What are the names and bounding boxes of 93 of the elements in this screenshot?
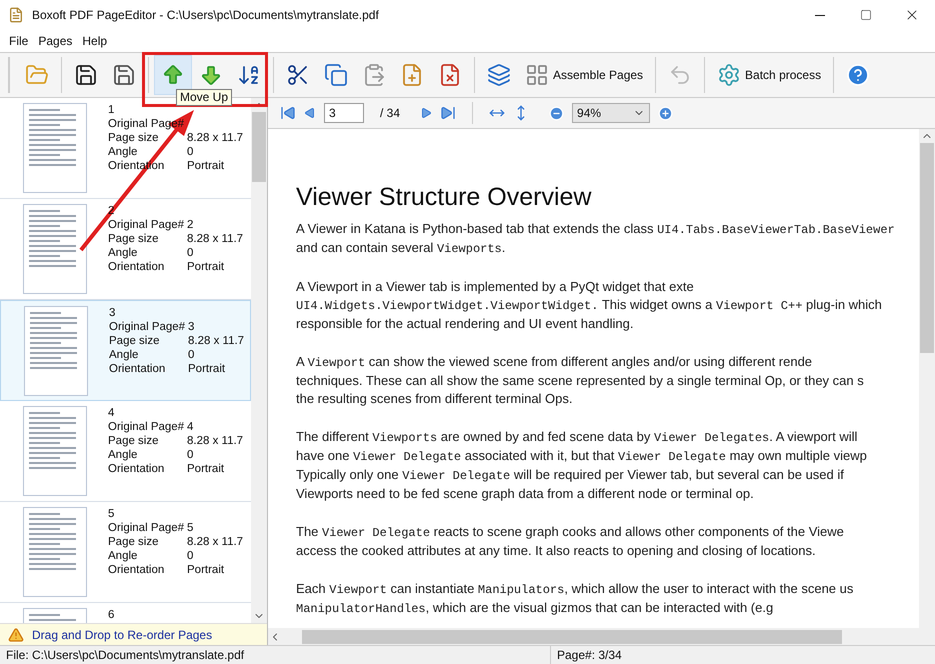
sort-icon [237, 63, 261, 87]
property-value: 8.28 x 11.7 [187, 232, 244, 246]
scrollbar[interactable] [919, 129, 935, 628]
paragraph: Each Viewport can instantiate Manipulators, which allow the user to interact with the scene us ManipulatorHandles, which are the visual gizmos that can be interacted with (e.g [296, 580, 854, 618]
status-page: Page#: 3/34 [550, 646, 670, 664]
property-label: Page size [108, 131, 160, 145]
property-value: 0 [187, 246, 194, 260]
toolbar-button[interactable]: Assemble Pages [518, 55, 650, 95]
pages-icon [525, 63, 549, 87]
warning-icon [8, 626, 24, 642]
file-delete-icon [438, 63, 462, 87]
property-label: Page size [108, 434, 160, 448]
property-value: 0 [187, 549, 194, 563]
gear-icon [717, 63, 742, 87]
first-page-icon[interactable] [280, 105, 296, 121]
property-value: 0 [188, 348, 194, 362]
paragraph: A Viewer in Katana is Python-based tab that extends the class UI4.Tabs.BaseViewerTab.BaseViewer and can contain several Viewports. [296, 220, 895, 258]
minimize-icon [815, 14, 825, 16]
property-label: Page size [108, 232, 160, 246]
scrollbar[interactable] [251, 98, 267, 623]
property-label: Orientation [108, 260, 166, 274]
property-label: Orientation [109, 362, 166, 376]
property-label: Original Page# [109, 320, 186, 334]
property-value: 0 [187, 145, 194, 159]
save-icon [74, 63, 98, 87]
property-label: Angle [109, 348, 140, 362]
file-add-icon [400, 63, 424, 87]
property-value: 5 [187, 521, 194, 535]
property-label: Page size [109, 334, 161, 348]
property-label: Angle [108, 448, 138, 462]
property-label: Page size [108, 535, 160, 549]
property-value: Portrait [188, 362, 226, 376]
property-value: Portrait [187, 260, 224, 274]
paragraph: A Viewport can show the viewed scene from different angles and/or using different rende techniques. These can all show the same scene represented by a single terminal Op, or they can s the resulting scenes from different terminal Ops. [296, 353, 864, 408]
scrollbar-thumb[interactable] [252, 112, 266, 182]
paragraph: A Viewport in a Viewer tab is implemented by a PyQt widget that exte UI4.Widgets.ViewportWidget.ViewportWidget. This widget owns a Viewport C++ plug-in which responsible for the actual rendering and UI event handling. [296, 278, 882, 333]
paste-icon [362, 63, 386, 87]
up-arrow-icon [161, 63, 185, 87]
next-page-icon[interactable] [420, 107, 432, 119]
previous-page-icon[interactable] [304, 107, 316, 119]
page-number: 1 [108, 103, 116, 117]
help-icon [846, 63, 870, 87]
property-label: Angle [108, 246, 138, 260]
property-value: 8.28 x 11.7 [188, 334, 244, 348]
paragraph: The different Viewports are owned by and fed scene data by Viewer Delegates. A viewport will have one Viewer Delegate associated with it, but that Viewer Delegate may own multiple viewp Typically only one Viewer Delegate will be required per Viewer tab, but several can be used if Viewports need to be fed scene graph data from a different node or terminal op. [296, 428, 867, 503]
property-label: Orientation [108, 563, 166, 577]
document-title: Viewer Structure Overview [296, 182, 592, 212]
page-number: 4 [108, 406, 116, 420]
down-arrow-icon [199, 63, 223, 87]
property-value: 2 [187, 218, 194, 232]
page-field[interactable]: 3 [324, 103, 364, 123]
property-value: Portrait [187, 462, 224, 476]
save-as-icon [112, 63, 136, 87]
menu-item[interactable]: File [4, 32, 34, 50]
page-item[interactable]: 3 Original Page# 3 Page size 8.28 x 11.7 Angle 0 Orientation Portrait [0, 300, 251, 401]
tooltip: Move Up [176, 89, 232, 106]
property-label: Angle [108, 549, 138, 563]
zoom-select[interactable]: 94% [572, 103, 650, 123]
zoom-in-icon[interactable] [658, 106, 674, 120]
property-value: 0 [187, 448, 194, 462]
folder-icon [25, 63, 49, 87]
last-page-icon[interactable] [440, 105, 456, 121]
app-icon [8, 7, 24, 23]
property-label: Orientation [108, 462, 166, 476]
property-label: Original Page# [108, 521, 186, 535]
toolbar-button[interactable]: Batch process [710, 55, 828, 95]
property-value: 8.28 x 11.7 [187, 434, 244, 448]
page-number: 3 [109, 306, 116, 320]
menu-item[interactable]: Help [77, 32, 112, 50]
property-value: 8.28 x 11.7 [187, 131, 244, 145]
scrollbar-thumb[interactable] [920, 143, 934, 353]
menu-item[interactable]: Pages [33, 32, 78, 50]
scrollbar-thumb[interactable] [302, 630, 842, 644]
property-value: 4 [187, 420, 194, 434]
property-value: Portrait [187, 563, 224, 577]
status-file: File: C:\Users\pc\Documents\mytranslate.pdf [5, 647, 246, 664]
maximize-icon [860, 9, 872, 21]
scrollbar[interactable] [268, 628, 935, 645]
property-value: Portrait [187, 159, 224, 173]
page-total: / 34 [380, 105, 400, 122]
page-number: 6 [108, 608, 114, 622]
page-number: 5 [108, 507, 116, 521]
window-title: Boxoft PDF PageEditor - C:\Users\pc\Documents\mytranslate.pdf [32, 7, 379, 24]
property-value: 8.28 x 11.7 [187, 535, 244, 549]
copy-icon [324, 63, 348, 87]
hint-text: Drag and Drop to Re-order Pages [32, 626, 212, 644]
zoom-out-icon[interactable] [549, 106, 564, 120]
property-label: Original Page# [108, 420, 186, 434]
paragraph: The Viewer Delegate reacts to scene graph cooks and allows other components of the Viewe access the cooked attributes at any time. It also reacts to opening and closing of locations. [296, 523, 844, 560]
property-value: 3 [188, 320, 194, 334]
property-label: Original Page# [108, 218, 186, 232]
property-label: Angle [108, 145, 138, 159]
scissors-icon [286, 63, 310, 87]
